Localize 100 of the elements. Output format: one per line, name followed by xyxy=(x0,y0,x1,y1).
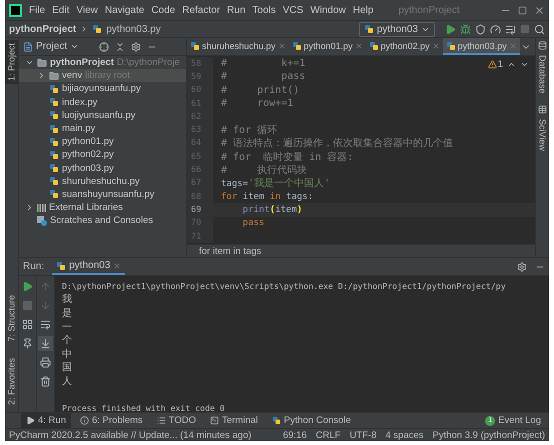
toolbar-button[interactable] xyxy=(38,336,53,351)
code-line: # 执行代码块 xyxy=(220,164,308,178)
console-line: 个 xyxy=(62,334,72,348)
toolbar-button[interactable] xyxy=(38,374,53,389)
python-file-icon xyxy=(92,24,102,34)
run-config-dropdown[interactable]: python03 xyxy=(358,22,435,36)
scratches-icon xyxy=(37,216,47,226)
console-line: D:\pythonProject1\pythonProject\venv\Scripts\python.exe D:/pythonProject1/pythonProject/py xyxy=(62,280,506,291)
editor-tab[interactable]: python03.py xyxy=(442,38,520,55)
scroll-to-end-icon xyxy=(40,338,51,349)
close-icon xyxy=(432,42,440,50)
run-icon[interactable] xyxy=(445,24,456,34)
chevron-up-icon[interactable] xyxy=(507,60,516,69)
menu-item[interactable]: VCS xyxy=(282,4,304,16)
tool-window-button[interactable]: Python Console xyxy=(266,413,356,428)
info-icon xyxy=(80,416,89,425)
menu-item[interactable]: Window xyxy=(310,4,346,16)
tool-window-tab[interactable]: Database xyxy=(536,52,549,97)
menu-item[interactable]: File xyxy=(29,4,46,16)
code-line: # for 循环 xyxy=(220,124,278,138)
python-file-icon xyxy=(446,40,456,50)
path-note: D:\pythonProje xyxy=(116,57,180,68)
tool-window-tab[interactable]: 7: Structure xyxy=(5,292,18,345)
status-item[interactable]: 4 spaces xyxy=(385,430,424,440)
toolbar-button[interactable] xyxy=(20,317,35,332)
locate-icon[interactable] xyxy=(99,42,110,52)
tree-item[interactable]: python03.py xyxy=(19,162,186,175)
python-file-icon xyxy=(49,163,59,174)
maximize-icon[interactable] xyxy=(518,6,527,14)
project-view-dropdown[interactable]: Project xyxy=(23,41,80,52)
menu-item[interactable]: Code xyxy=(151,4,176,16)
warning-count[interactable]: 1 xyxy=(488,59,503,70)
breadcrumb-project[interactable]: pythonProject xyxy=(9,24,76,34)
code-line: # pass xyxy=(220,71,306,82)
chevron-down-icon[interactable] xyxy=(520,60,529,69)
python-file-icon xyxy=(190,40,200,50)
tree-item[interactable]: pythonProject D:\pythonProje xyxy=(19,56,186,70)
python-file-icon xyxy=(49,97,59,108)
editor-tab[interactable]: python02.py xyxy=(366,38,443,55)
python-file-icon xyxy=(368,40,379,50)
python-file-icon xyxy=(364,24,374,34)
console-line: Process finished with exit code 0 xyxy=(62,403,225,414)
editor-tab[interactable]: python01.py xyxy=(288,38,366,55)
menu-item[interactable]: Tools xyxy=(252,4,276,16)
tree-item[interactable]: Scratches and Consoles xyxy=(19,214,186,228)
search-icon[interactable] xyxy=(534,24,545,34)
menu-item[interactable]: Refactor xyxy=(182,4,220,16)
tool-window-tab[interactable]: SciView xyxy=(536,116,549,154)
menu-item[interactable]: Run xyxy=(227,4,246,16)
tool-window-button[interactable]: TODO xyxy=(152,413,201,428)
menu-item[interactable]: Edit xyxy=(52,4,70,16)
python-file-icon xyxy=(49,189,59,200)
menu-item[interactable]: View xyxy=(76,4,98,16)
close-icon xyxy=(278,42,286,50)
menu-item[interactable]: Navigate xyxy=(104,4,144,16)
toolbar-button[interactable] xyxy=(38,355,53,370)
tree-item[interactable]: bijiaoyunsuanfu.py xyxy=(19,82,186,96)
collapse-icon[interactable] xyxy=(115,42,126,52)
tree-item[interactable]: External Libraries xyxy=(19,201,186,214)
tree-item[interactable]: main.py xyxy=(19,122,186,136)
tool-window-tab[interactable]: 1: Project xyxy=(5,40,18,84)
status-item[interactable]: CRLF xyxy=(316,430,341,440)
wrap-icon xyxy=(40,319,51,330)
tool-window-tab[interactable]: 2: Favorites xyxy=(5,354,18,408)
settings-icon[interactable] xyxy=(517,262,527,272)
close-icon[interactable] xyxy=(534,4,545,16)
settings-icon[interactable] xyxy=(131,42,142,52)
trash-icon xyxy=(40,376,51,387)
panel-icon xyxy=(23,42,33,52)
python-file-icon xyxy=(49,124,59,134)
tree-item[interactable]: luojiyunsuanfu.py xyxy=(19,108,186,122)
tree-item[interactable]: suanshuyunsuanfu.py xyxy=(19,188,186,202)
tool-window-button[interactable]: 6: Problems xyxy=(75,413,148,428)
breadcrumb[interactable]: for item in tags xyxy=(199,246,262,256)
tree-item[interactable]: index.py xyxy=(19,96,186,109)
code-line: for item in tags: xyxy=(220,192,314,202)
close-icon xyxy=(354,42,363,50)
code-line: print(item) xyxy=(242,204,302,215)
menu-item[interactable]: Help xyxy=(352,4,374,16)
status-item[interactable]: UTF-8 xyxy=(350,430,376,440)
console-line: 一 xyxy=(62,320,72,334)
status-item[interactable]: Python 3.9 (pythonProject) xyxy=(432,430,545,440)
run-label: Run: xyxy=(23,260,44,274)
python-file-icon xyxy=(272,416,281,425)
tree-item[interactable]: shuruheshuchu.py xyxy=(19,174,186,188)
tree-item[interactable]: python02.py xyxy=(19,148,186,162)
arrow-down-icon xyxy=(40,300,51,311)
breadcrumb-file[interactable]: python03.py xyxy=(106,24,161,34)
folder-icon xyxy=(37,58,47,68)
tool-window-button[interactable]: 4: Run xyxy=(21,413,71,428)
arrow-up-icon xyxy=(40,281,51,292)
tree-item[interactable]: python01.py xyxy=(19,135,186,148)
status-item[interactable]: 69:16 xyxy=(282,430,307,440)
caret-icon xyxy=(70,42,80,51)
bug-icon[interactable] xyxy=(460,24,471,34)
editor-tab[interactable]: shuruheshuchu.py xyxy=(187,38,289,55)
window-title: pythonProject xyxy=(398,4,461,16)
tool-window-button[interactable]: Terminal xyxy=(204,413,263,428)
app-logo-icon xyxy=(9,4,22,16)
close-icon xyxy=(113,262,122,270)
